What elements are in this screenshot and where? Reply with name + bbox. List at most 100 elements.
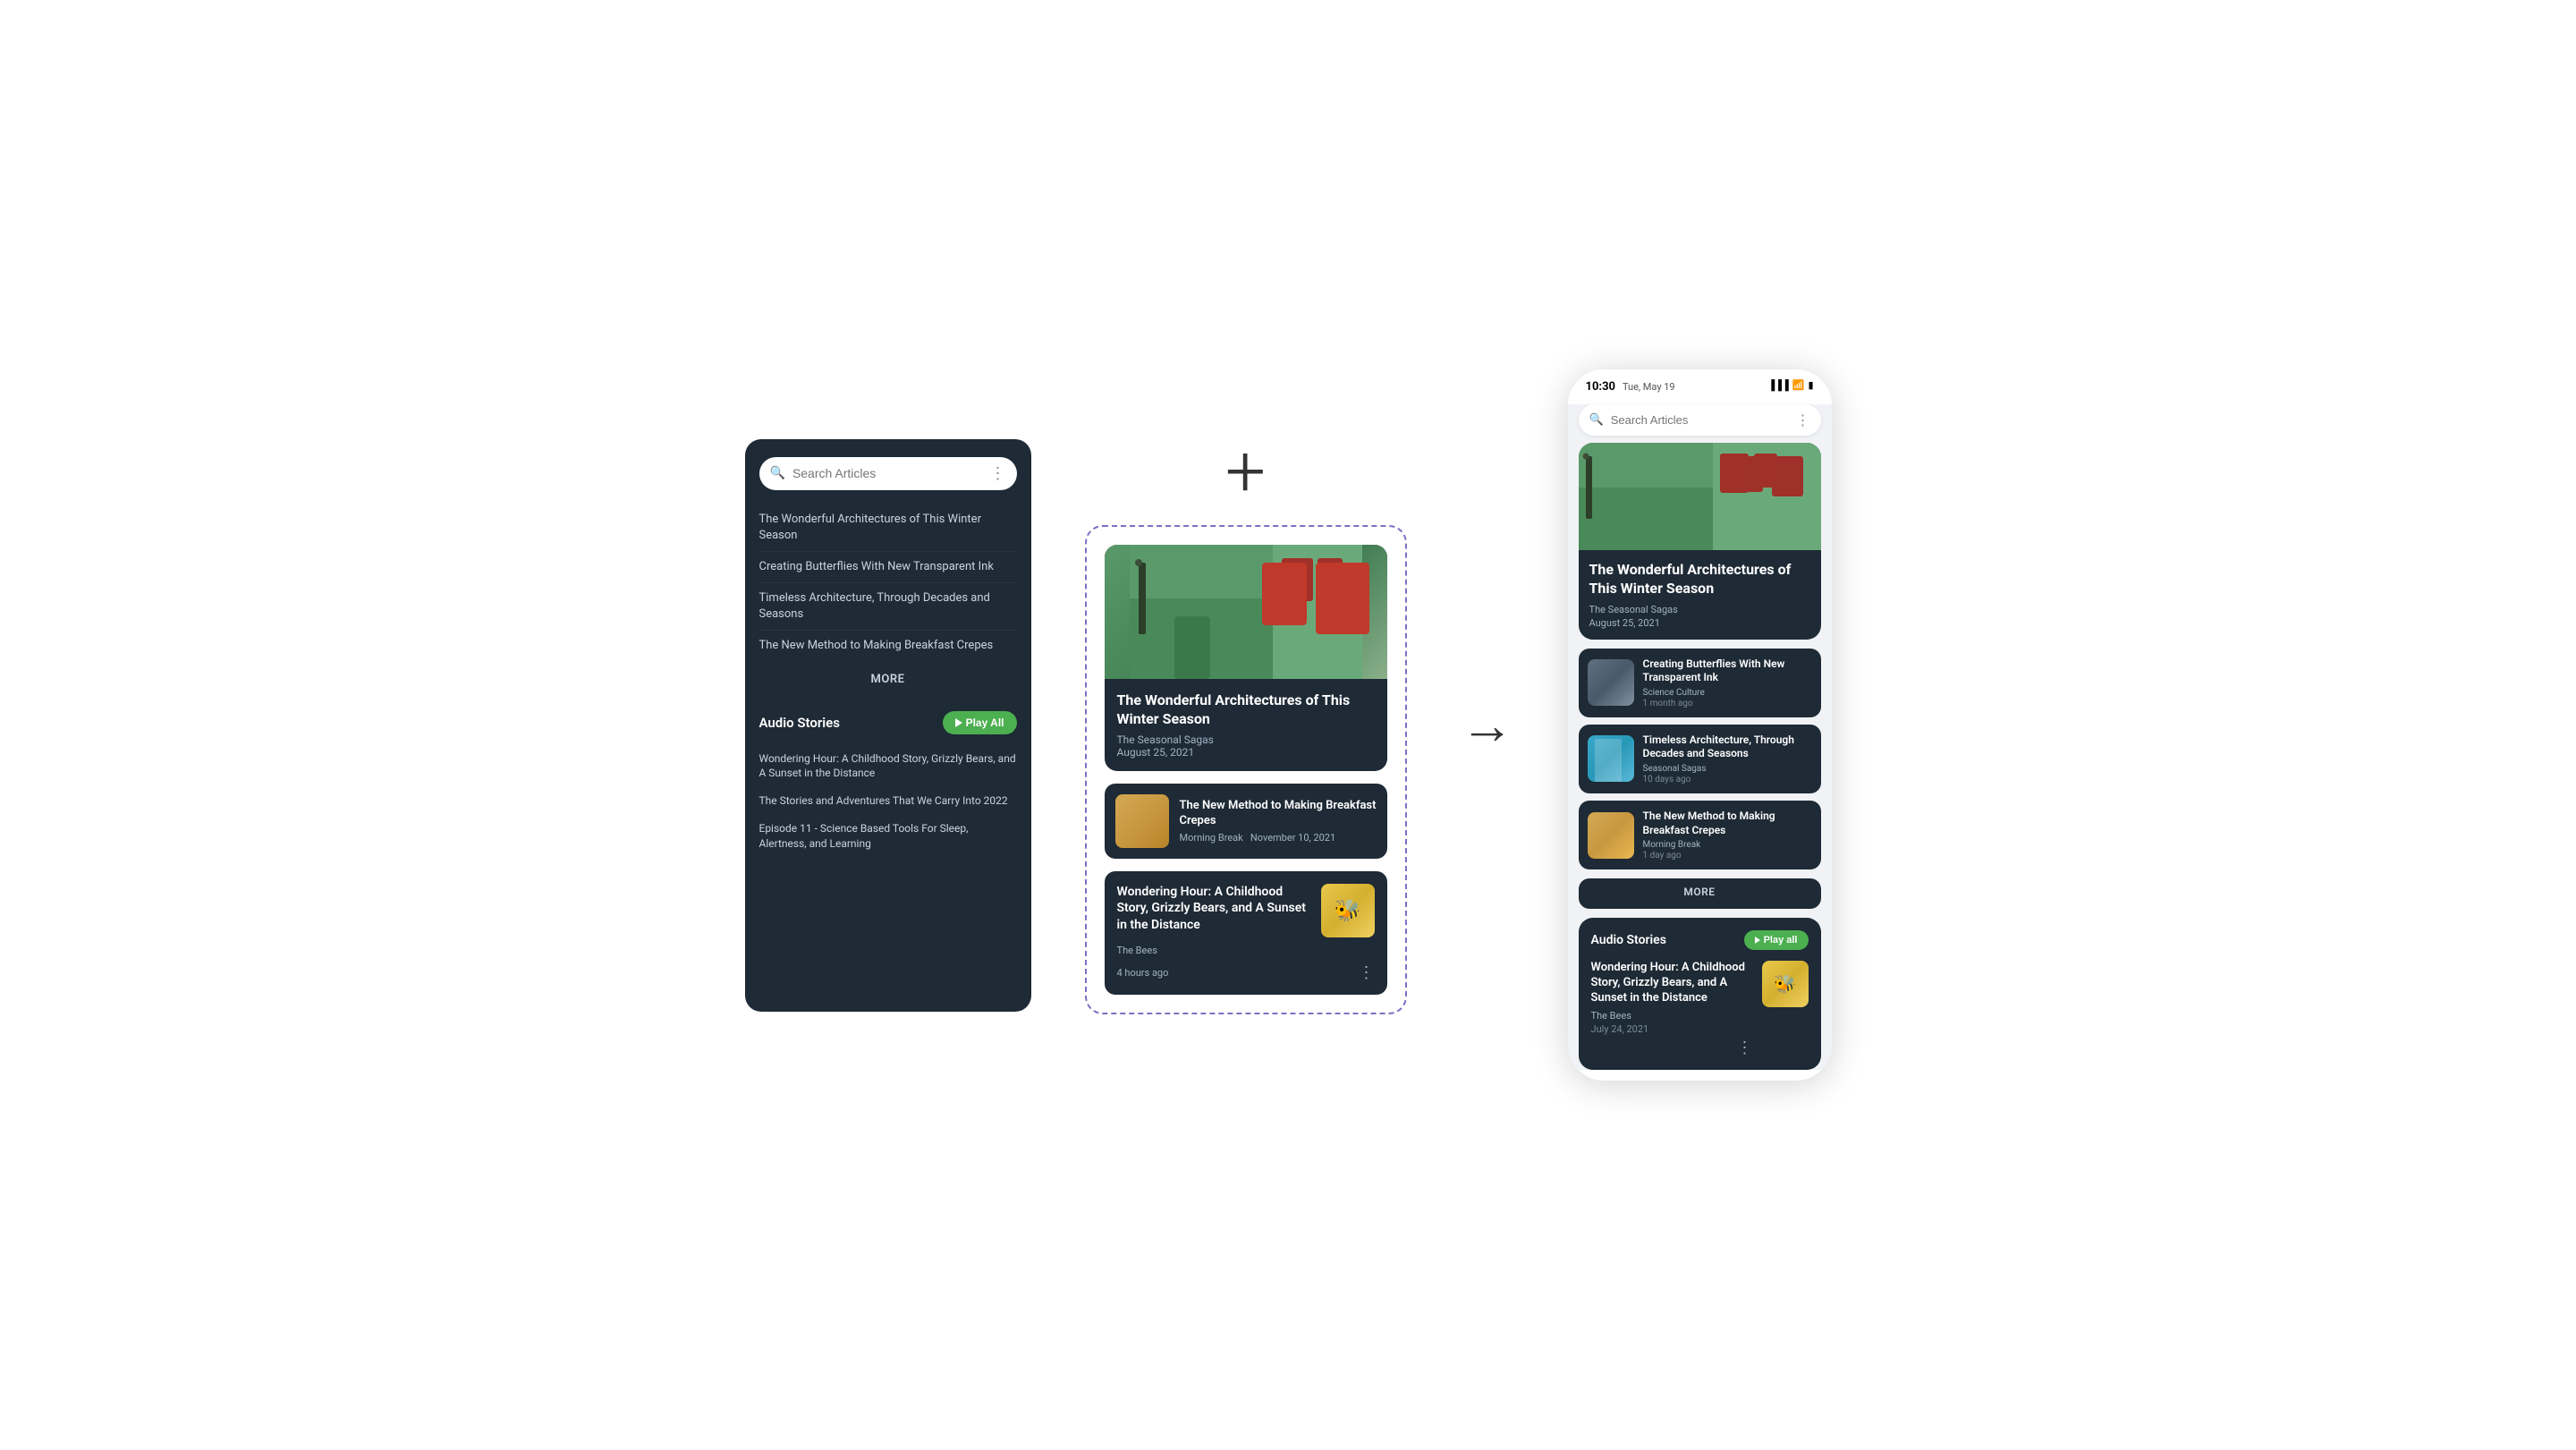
status-date: Tue, May 19 [1623,381,1675,393]
right-search-input[interactable] [1611,413,1789,427]
featured-card-date: August 25, 2021 [1117,746,1375,759]
right-article-info: Timeless Architecture, Through Decades a… [1643,733,1812,784]
right-featured-source: The Seasonal Sagas [1589,604,1810,615]
right-audio-card-info: Wondering Hour: A Childhood Story, Grizz… [1591,961,1753,1057]
battery-icon: ▮ [1808,379,1813,391]
right-article-card[interactable]: Timeless Architecture, Through Decades a… [1579,725,1821,793]
right-search-icon: 🔍 [1589,413,1604,427]
featured-card-image [1105,545,1387,679]
right-audio-card[interactable]: Wondering Hour: A Childhood Story, Grizz… [1591,961,1809,1057]
right-featured-body: The Wonderful Architectures of This Wint… [1579,550,1821,640]
list-item[interactable]: Timeless Architecture, Through Decades a… [759,583,1017,631]
status-bar-left: 10:30 Tue, May 19 [1586,377,1675,394]
small-card-info: The New Method to Making Breakfast Crepe… [1180,799,1377,844]
audio-card-thumbnail: 🐝 [1321,884,1375,937]
list-item[interactable]: The New Method to Making Breakfast Crepe… [759,631,1017,661]
right-featured-card[interactable]: The Wonderful Architectures of This Wint… [1579,443,1821,640]
butterfly-image [1588,659,1634,706]
right-article-card[interactable]: The New Method to Making Breakfast Crepe… [1579,801,1821,869]
right-audio-card-footer: ⋮ [1591,1039,1753,1057]
left-more-button[interactable]: MORE [745,673,1031,686]
audio-card-title: Wondering Hour: A Childhood Story, Grizz… [1117,884,1312,933]
list-item[interactable]: The Wonderful Architectures of This Wint… [759,505,1017,552]
right-featured-title: The Wonderful Architectures of This Wint… [1589,561,1810,598]
right-more-button[interactable]: MORE [1579,878,1821,909]
right-article-title: The New Method to Making Breakfast Crepe… [1643,810,1812,837]
small-article-card[interactable]: The New Method to Making Breakfast Crepe… [1105,784,1387,859]
arrow-icon: → [1461,693,1514,757]
audio-card-menu-icon[interactable]: ⋮ [1359,963,1375,982]
phone-content: 🔍 ⋮ The Wonderful Architectures of This … [1568,404,1832,1070]
left-search-input[interactable] [792,466,983,480]
list-item[interactable]: The Stories and Adventures That We Carry… [759,787,1017,815]
list-item[interactable]: Wondering Hour: A Childhood Story, Grizz… [759,745,1017,788]
play-icon [955,718,962,727]
small-card-thumbnail [1115,794,1169,848]
featured-article-card[interactable]: The Wonderful Architectures of This Wint… [1105,545,1387,772]
right-article-card[interactable]: Creating Butterflies With New Transparen… [1579,649,1821,717]
right-audio-card-title: Wondering Hour: A Childhood Story, Grizz… [1591,961,1753,1006]
right-search-bar[interactable]: 🔍 ⋮ [1579,404,1821,436]
signal-icon: ▐▐▐ [1767,379,1788,391]
left-article-list: The Wonderful Architectures of This Wint… [745,505,1031,662]
right-article-meta: 1 day ago [1643,851,1812,861]
list-item[interactable]: Creating Butterflies With New Transparen… [759,552,1017,583]
left-search-bar[interactable]: 🔍 ⋮ [759,457,1017,490]
right-article-source: Seasonal Sagas [1643,764,1812,774]
featured-card-source: The Seasonal Sagas [1117,733,1375,746]
status-bar: 10:30 Tue, May 19 ▐▐▐ 📶 ▮ [1568,369,1832,397]
right-audio-card-source: The Bees [1591,1010,1753,1022]
right-play-all-label: Play all [1764,935,1798,945]
left-audio-header: Audio Stories Play All [759,711,1017,734]
crepes-thumbnail-image [1115,794,1169,848]
right-article-source: Science Culture [1643,688,1812,698]
right-audio-thumbnail: 🐝 [1762,961,1809,1007]
right-audio-section: Audio Stories Play all Wondering Hour: A… [1579,918,1821,1070]
audio-card-footer: 4 hours ago ⋮ [1117,963,1375,982]
status-icons: ▐▐▐ 📶 ▮ [1767,379,1813,391]
right-audio-menu-icon[interactable]: ⋮ [1737,1039,1753,1057]
left-phone: 🔍 ⋮ The Wonderful Architectures of This … [745,439,1031,1012]
left-audio-section: Audio Stories Play All Wondering Hour: A… [745,697,1031,872]
right-article-meta: 10 days ago [1643,775,1812,784]
right-article-title: Creating Butterflies With New Transparen… [1643,657,1812,685]
audio-card-source: The Bees [1117,945,1375,956]
right-article-info: Creating Butterflies With New Transparen… [1643,657,1812,708]
audio-story-card[interactable]: Wondering Hour: A Childhood Story, Grizz… [1105,871,1387,995]
right-article-source: Morning Break [1643,840,1812,850]
list-item[interactable]: Episode 11 - Science Based Tools For Sle… [759,815,1017,858]
right-building-svg [1579,443,1821,550]
right-play-icon [1755,937,1760,944]
arrow-section: → [1461,693,1514,757]
search-icon: 🔍 [770,466,785,480]
card-container: The Wonderful Architectures of This Wint… [1085,525,1407,1015]
featured-card-body: The Wonderful Architectures of This Wint… [1105,679,1387,772]
right-bees-image: 🐝 [1762,961,1809,1007]
breakfast-thumbnail [1588,812,1634,859]
breakfast-image [1588,812,1634,859]
source-text: Morning Break [1180,832,1243,844]
small-card-source: Morning Break November 10, 2021 [1180,832,1377,844]
status-time: 10:30 [1586,380,1616,394]
plus-sign: + [1225,436,1266,507]
right-audio-title: Audio Stories [1591,933,1666,947]
right-article-title: Timeless Architecture, Through Decades a… [1643,733,1812,761]
right-search-menu-icon[interactable]: ⋮ [1796,411,1810,428]
play-all-label: Play All [966,717,1004,729]
middle-section: + The Wonderful Architectures of This Wi [1085,436,1407,1015]
left-play-all-button[interactable]: Play All [943,711,1017,734]
building-illustration [1105,545,1387,679]
dots-icon[interactable]: ⋮ [990,464,1006,483]
bees-thumbnail-image: 🐝 [1321,884,1375,937]
architecture-thumbnail [1588,735,1634,782]
right-featured-date: August 25, 2021 [1589,617,1810,629]
left-audio-list: Wondering Hour: A Childhood Story, Grizz… [759,745,1017,858]
right-audio-card-date: July 24, 2021 [1591,1023,1753,1035]
right-article-info: The New Method to Making Breakfast Crepe… [1643,810,1812,861]
left-audio-title: Audio Stories [759,715,840,731]
audio-card-time: 4 hours ago [1117,967,1169,979]
right-article-meta: 1 month ago [1643,699,1812,708]
right-articles-list: Creating Butterflies With New Transparen… [1579,649,1821,870]
audio-card-top: Wondering Hour: A Childhood Story, Grizz… [1117,884,1375,937]
right-play-all-button[interactable]: Play all [1744,930,1809,950]
